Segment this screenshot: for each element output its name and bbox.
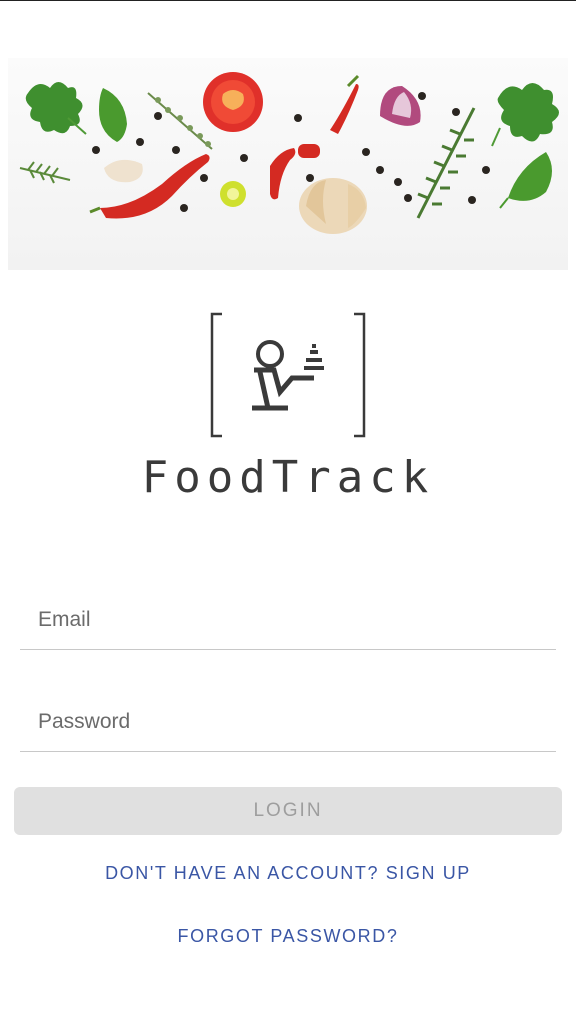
email-input[interactable] xyxy=(20,590,556,649)
password-input[interactable] xyxy=(20,692,556,751)
email-field-container xyxy=(20,590,556,650)
forgot-password-link[interactable]: FORGOT PASSWORD? xyxy=(0,926,576,947)
vegetables-banner-image xyxy=(8,58,568,270)
app-title: FoodTrack xyxy=(141,452,435,503)
password-field-container xyxy=(20,692,556,752)
login-button[interactable]: LOGIN xyxy=(14,787,562,835)
status-bar-divider xyxy=(0,0,576,1)
waiter-serving-icon xyxy=(208,312,368,438)
signup-link[interactable]: DON'T HAVE AN ACCOUNT? SIGN UP xyxy=(0,863,576,884)
